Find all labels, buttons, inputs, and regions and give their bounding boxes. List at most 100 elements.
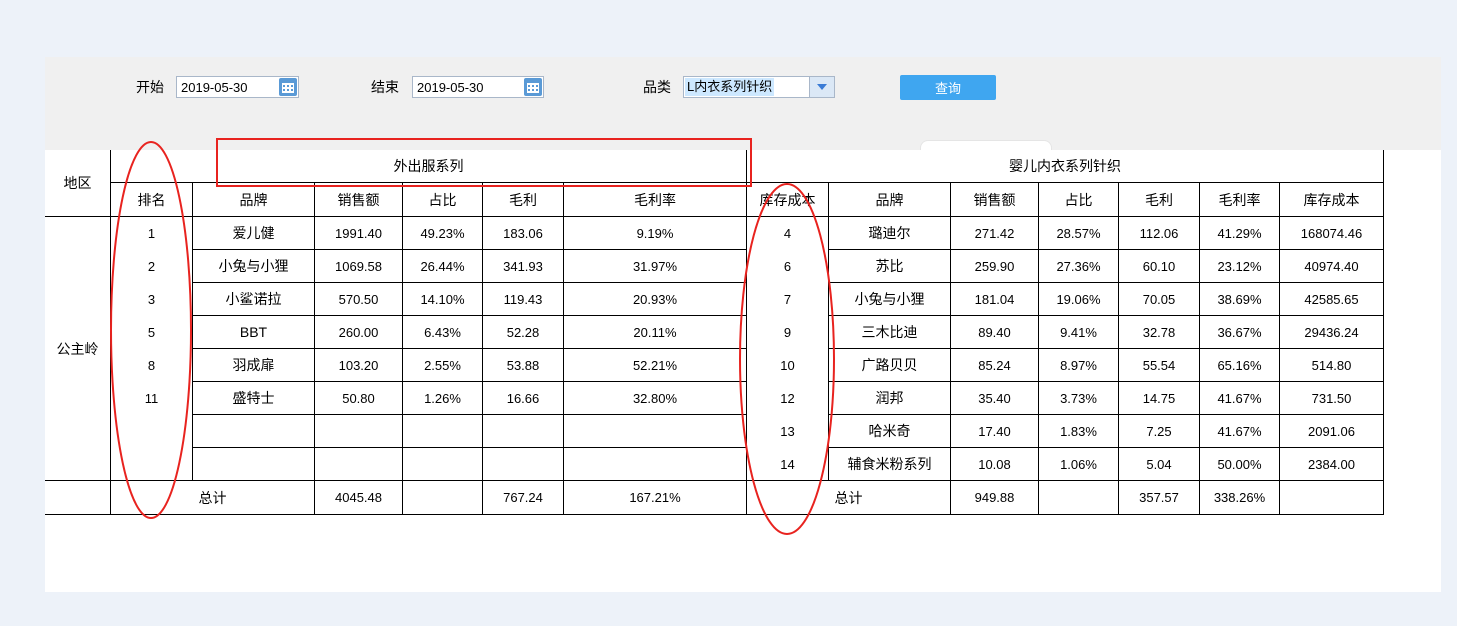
table-cell: 260.00 xyxy=(315,316,403,349)
chevron-down-icon[interactable] xyxy=(809,77,834,97)
table-cell: 168074.46 xyxy=(1280,217,1384,250)
table-cell xyxy=(193,448,315,481)
column-header: 排名 xyxy=(111,183,193,217)
table-cell: 271.42 xyxy=(951,217,1039,250)
query-button[interactable]: 查询 xyxy=(900,75,996,100)
table-cell: 32.78 xyxy=(1119,316,1200,349)
group-title: 外出服系列 xyxy=(111,150,747,183)
table-cell: 1991.40 xyxy=(315,217,403,250)
column-header: 毛利率 xyxy=(564,183,747,217)
rank-cell: 12 xyxy=(747,382,829,415)
table-cell: 5.04 xyxy=(1119,448,1200,481)
total-cell xyxy=(403,481,483,515)
category-select[interactable]: L内衣系列针织 xyxy=(683,76,835,98)
table-cell: 三木比迪 xyxy=(829,316,951,349)
table-cell: 103.20 xyxy=(315,349,403,382)
table-cell: 16.66 xyxy=(483,382,564,415)
total-cell: 167.21% xyxy=(564,481,747,515)
table-cell: 9.41% xyxy=(1039,316,1119,349)
table-cell: 183.06 xyxy=(483,217,564,250)
total-cell: 338.26% xyxy=(1200,481,1280,515)
table-cell: 53.88 xyxy=(483,349,564,382)
table-cell: 1.83% xyxy=(1039,415,1119,448)
calendar-icon[interactable] xyxy=(279,78,297,96)
table-cell: 20.93% xyxy=(564,283,747,316)
table-cell: 42585.65 xyxy=(1280,283,1384,316)
table-cell: 2.55% xyxy=(403,349,483,382)
table-cell: 85.24 xyxy=(951,349,1039,382)
rank-cell: 1 xyxy=(111,217,193,250)
rank-cell: 7 xyxy=(747,283,829,316)
table-cell: 27.36% xyxy=(1039,250,1119,283)
end-date-field[interactable] xyxy=(412,76,544,98)
table-cell: 10.08 xyxy=(951,448,1039,481)
table-cell: 50.00% xyxy=(1200,448,1280,481)
rank-cell: 2 xyxy=(111,250,193,283)
table-cell: 341.93 xyxy=(483,250,564,283)
rank-cell: 14 xyxy=(747,448,829,481)
column-header: 毛利 xyxy=(1119,183,1200,217)
table-cell: 小鲨诺拉 xyxy=(193,283,315,316)
total-label: 总计 xyxy=(747,481,951,515)
table-cell: 23.12% xyxy=(1200,250,1280,283)
group-title: 婴儿内衣系列针织 xyxy=(747,150,1384,183)
table-cell: 广路贝贝 xyxy=(829,349,951,382)
total-region-cell xyxy=(45,481,111,515)
table-cell: 17.40 xyxy=(951,415,1039,448)
table-cell: 41.67% xyxy=(1200,382,1280,415)
table-cell: 41.67% xyxy=(1200,415,1280,448)
table-cell: 41.29% xyxy=(1200,217,1280,250)
column-header: 库存成本 xyxy=(1280,183,1384,217)
total-cell: 767.24 xyxy=(483,481,564,515)
table-cell: 14.10% xyxy=(403,283,483,316)
table-cell xyxy=(193,415,315,448)
end-date-label: 结束 xyxy=(371,79,399,95)
category-selected-value: L内衣系列针织 xyxy=(685,78,775,96)
table-cell: 259.90 xyxy=(951,250,1039,283)
rank-cell: 6 xyxy=(747,250,829,283)
query-toolbar xyxy=(45,57,1441,150)
table-cell: 7.25 xyxy=(1119,415,1200,448)
table-cell: 盛特士 xyxy=(193,382,315,415)
table-cell: 52.21% xyxy=(564,349,747,382)
table-cell: 31.97% xyxy=(564,250,747,283)
table-cell: 8.97% xyxy=(1039,349,1119,382)
column-header: 占比 xyxy=(1039,183,1119,217)
start-date-field[interactable] xyxy=(176,76,299,98)
table-cell: 65.16% xyxy=(1200,349,1280,382)
table-cell: 2091.06 xyxy=(1280,415,1384,448)
table-cell: 55.54 xyxy=(1119,349,1200,382)
table-cell xyxy=(483,415,564,448)
table-cell: 38.69% xyxy=(1200,283,1280,316)
total-label: 总计 xyxy=(111,481,315,515)
table-cell: 1.26% xyxy=(403,382,483,415)
total-cell xyxy=(1039,481,1119,515)
table-cell: 3.73% xyxy=(1039,382,1119,415)
table-cell: 羽成扉 xyxy=(193,349,315,382)
table-cell: 570.50 xyxy=(315,283,403,316)
table-cell: 514.80 xyxy=(1280,349,1384,382)
sales-report-table: 地区外出服系列婴儿内衣系列针织排名排名品牌品牌销售额销售额占比占比毛利毛利毛利率… xyxy=(45,150,1385,516)
table-cell: 19.06% xyxy=(1039,283,1119,316)
start-date-input[interactable] xyxy=(181,79,273,95)
table-cell: 爱儿健 xyxy=(193,217,315,250)
calendar-icon[interactable] xyxy=(524,78,542,96)
table-cell xyxy=(403,448,483,481)
table-cell: 14.75 xyxy=(1119,382,1200,415)
table-cell: 35.40 xyxy=(951,382,1039,415)
table-cell: 49.23% xyxy=(403,217,483,250)
table-cell xyxy=(315,448,403,481)
table-cell: 60.10 xyxy=(1119,250,1200,283)
column-header: 品牌 xyxy=(829,183,951,217)
table-cell: 29436.24 xyxy=(1280,316,1384,349)
table-cell: 26.44% xyxy=(403,250,483,283)
end-date-input[interactable] xyxy=(417,79,509,95)
total-cell xyxy=(1280,481,1384,515)
table-cell: 50.80 xyxy=(315,382,403,415)
column-header: 库存成本 xyxy=(747,183,829,217)
rank-cell: 5 xyxy=(111,316,193,349)
table-cell: 9.19% xyxy=(564,217,747,250)
table-cell: 20.11% xyxy=(564,316,747,349)
table-cell xyxy=(315,415,403,448)
column-header: 毛利率 xyxy=(1200,183,1280,217)
